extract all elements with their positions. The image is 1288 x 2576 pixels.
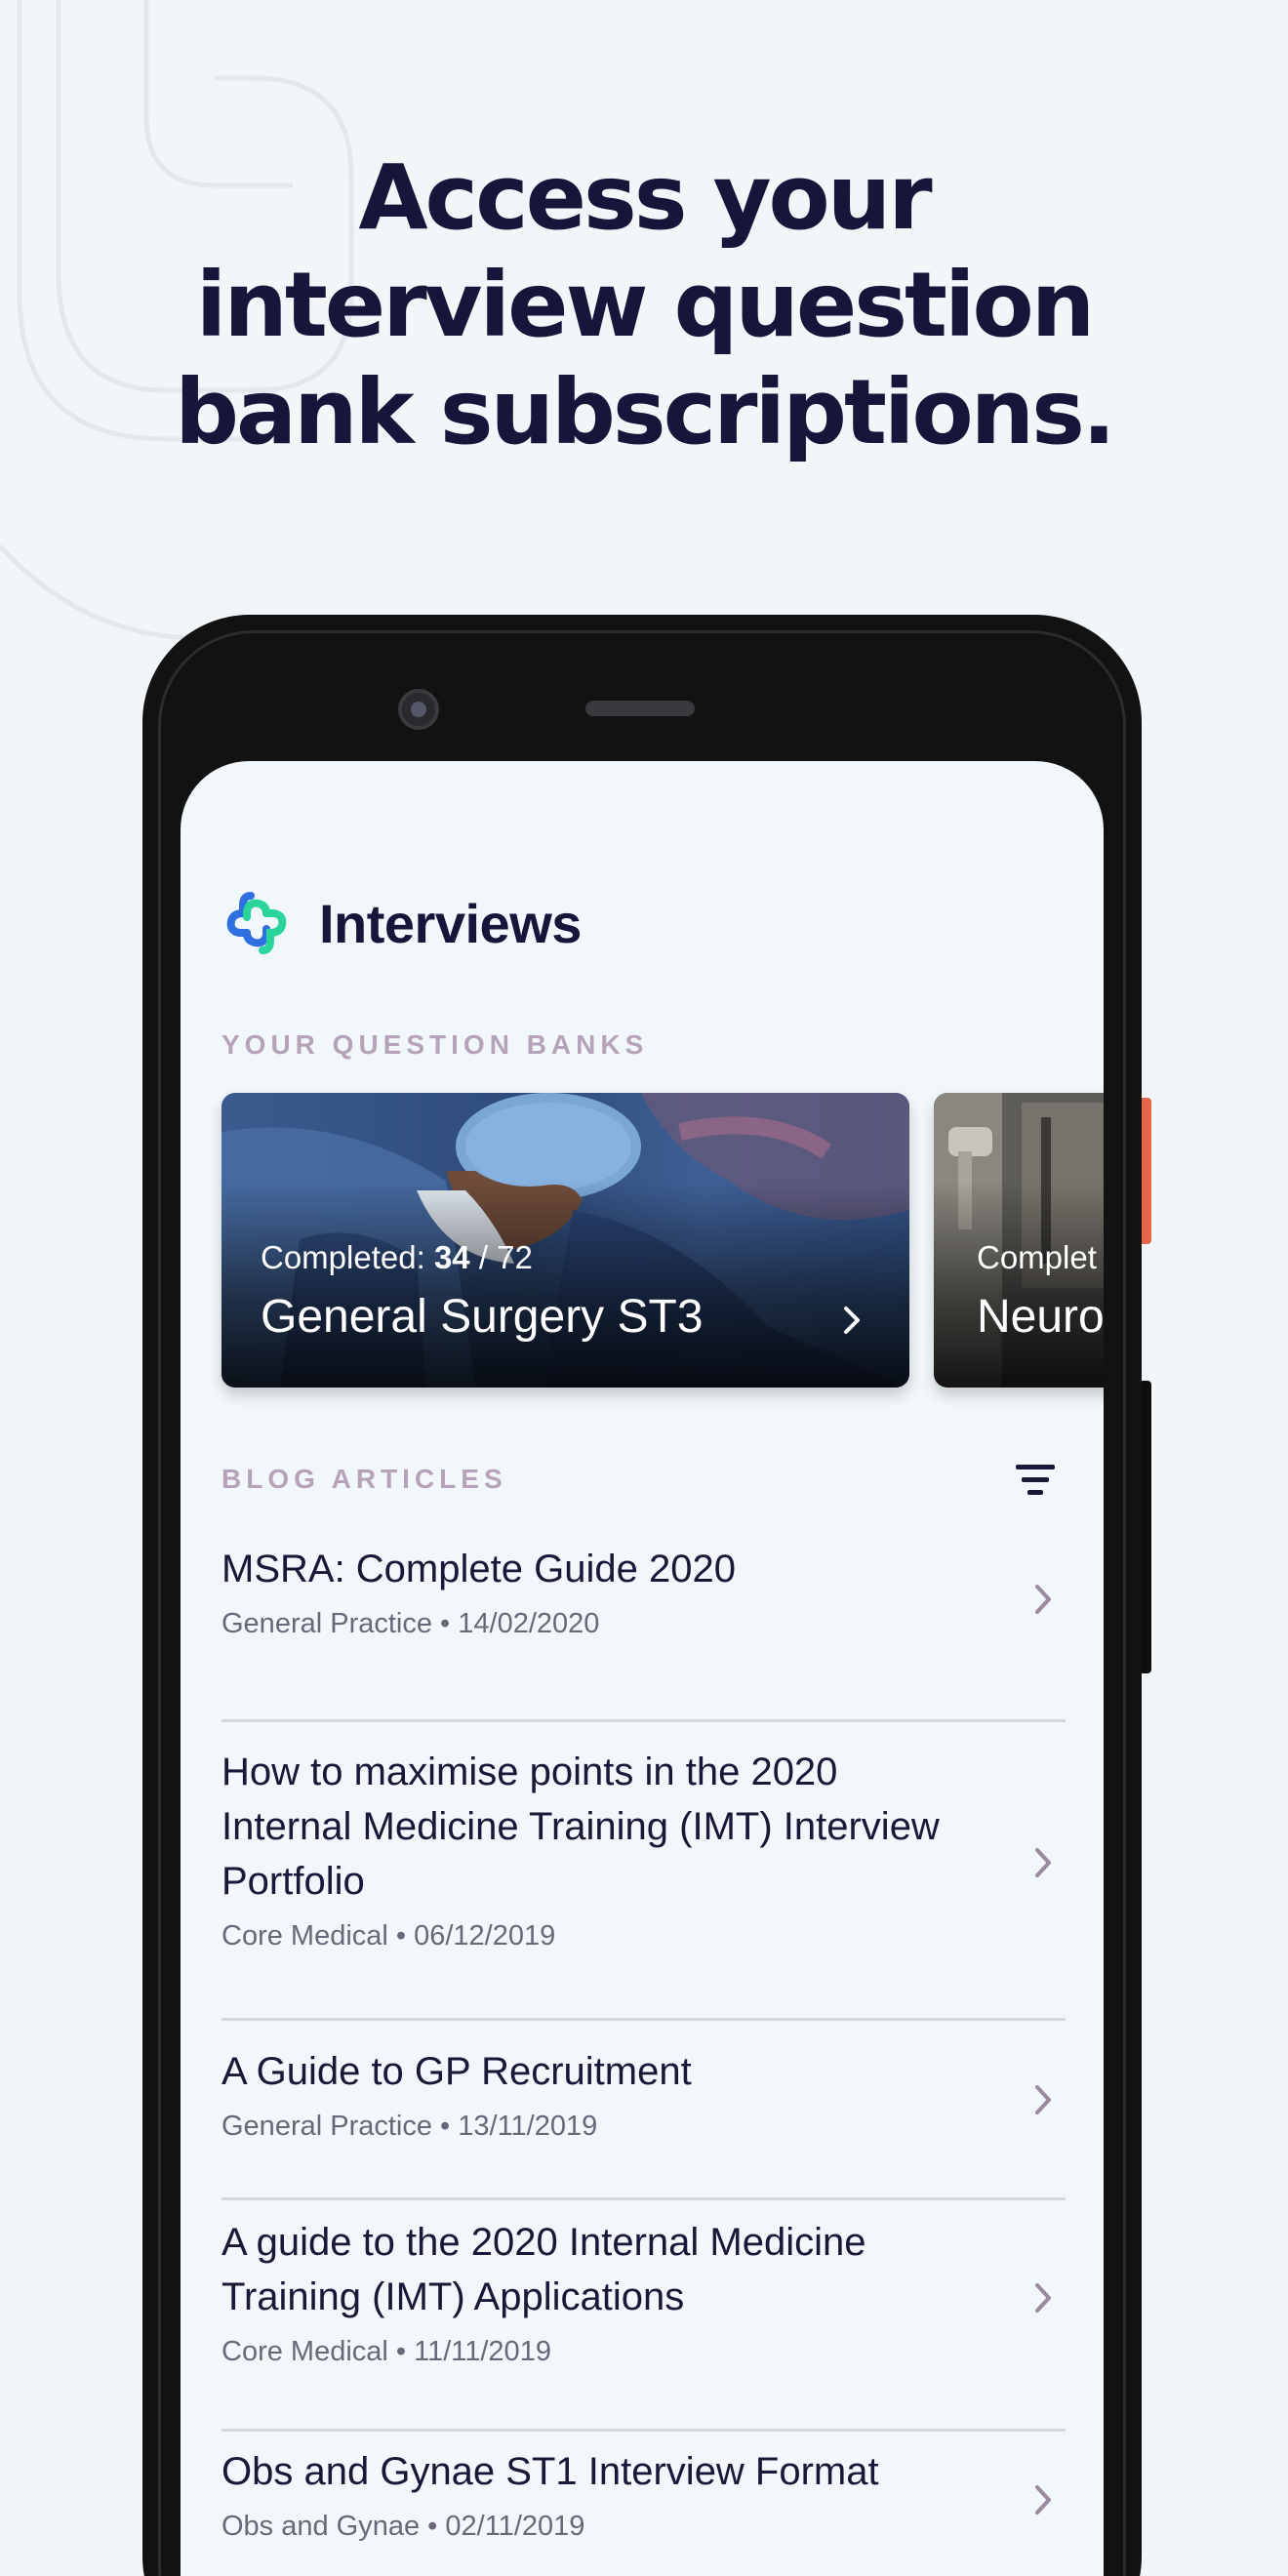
blog-section-label: BLOG ARTICLES xyxy=(221,1464,507,1494)
card-progress-text: Complet xyxy=(977,1239,1097,1275)
article-title: A guide to the 2020 Internal Medicine Tr… xyxy=(221,2221,866,2318)
article-meta: General Practice • 14/02/2020 xyxy=(221,1608,600,1639)
filter-icon[interactable] xyxy=(1012,1456,1059,1503)
blog-article-item[interactable]: A guide to the 2020 Internal Medicine Tr… xyxy=(221,2215,1066,2432)
card-title: Neuro xyxy=(977,1291,1104,1343)
chevron-right-icon xyxy=(1035,1585,1051,1614)
blog-article-item[interactable]: MSRA: Complete Guide 2020 General Practi… xyxy=(221,1542,1066,1722)
article-meta: Core Medical • 06/12/2019 xyxy=(221,1920,556,1952)
article-meta: General Practice • 13/11/2019 xyxy=(221,2111,598,2142)
card-progress-text: Completed: 34 / 72 xyxy=(261,1239,533,1276)
question-bank-card-general-surgery[interactable]: Completed: 34 / 72 General Surgery ST3 xyxy=(221,1093,909,1388)
chevron-right-icon xyxy=(1035,2485,1051,2515)
progress-completed-count: 34 xyxy=(433,1239,470,1275)
article-title: How to maximise points in the 2020 Inter… xyxy=(221,1751,940,1903)
chevron-right-icon xyxy=(1035,1848,1051,1877)
article-title: MSRA: Complete Guide 2020 xyxy=(221,1548,736,1590)
blog-article-item[interactable]: How to maximise points in the 2020 Inter… xyxy=(221,1745,1066,2021)
article-meta: Obs and Gynae • 02/11/2019 xyxy=(221,2511,585,2542)
article-title: A Guide to GP Recruitment xyxy=(221,2050,692,2093)
front-camera-icon xyxy=(398,689,439,730)
app-header: Interviews xyxy=(221,888,582,958)
headline-line-2: interview question xyxy=(195,253,1095,357)
blog-article-item[interactable]: Obs and Gynae ST1 Interview Format Obs a… xyxy=(221,2444,1066,2576)
question-bank-card-neuro[interactable]: Complet Neuro xyxy=(934,1093,1104,1388)
article-meta: Core Medical • 11/11/2019 xyxy=(221,2336,551,2367)
question-banks-section-label: YOUR QUESTION BANKS xyxy=(221,1029,649,1060)
marketing-headline: Access your interview question bank subs… xyxy=(0,144,1288,466)
interlocking-rings-logo-icon xyxy=(226,892,287,954)
app-screen: Interviews YOUR QUESTION BANKS Completed… xyxy=(181,761,1104,2576)
app-title: Interviews xyxy=(319,892,582,954)
chevron-right-icon xyxy=(1035,2283,1051,2313)
earpiece-speaker xyxy=(585,701,695,716)
article-title: Obs and Gynae ST1 Interview Format xyxy=(221,2450,879,2493)
chevron-right-icon xyxy=(844,1307,860,1334)
progress-total: / 72 xyxy=(469,1239,533,1275)
blog-article-item[interactable]: A Guide to GP Recruitment General Practi… xyxy=(221,2044,1066,2200)
headline-line-3: bank subscriptions. xyxy=(175,360,1116,464)
headline-line-1: Access your xyxy=(358,145,932,250)
progress-label: Completed: xyxy=(261,1239,434,1275)
card-title: General Surgery ST3 xyxy=(261,1291,704,1343)
chevron-right-icon xyxy=(1035,2085,1051,2114)
